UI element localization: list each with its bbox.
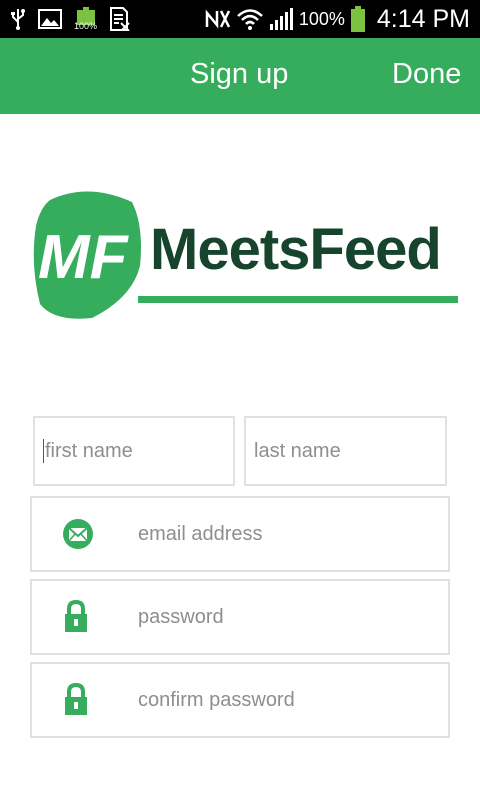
usb-icon xyxy=(10,8,26,30)
last-name-placeholder: last name xyxy=(254,439,341,462)
battery-percent: 100% xyxy=(298,8,345,29)
nfc-icon xyxy=(205,9,231,29)
text-cursor xyxy=(43,439,44,463)
email-field[interactable]: email address xyxy=(30,496,450,572)
lock-icon xyxy=(62,600,90,634)
last-name-field[interactable]: last name xyxy=(244,416,447,486)
lock-icon xyxy=(62,683,90,717)
brand-underline xyxy=(138,296,458,303)
battery-full-notification-icon: 100% xyxy=(74,7,97,31)
first-name-field[interactable]: first name xyxy=(33,416,235,486)
status-bar-system: 100% 4:14 PM xyxy=(205,5,470,34)
logo-mark-icon: MF xyxy=(33,191,141,319)
envelope-icon xyxy=(62,518,94,550)
battery-icon xyxy=(350,6,365,32)
wifi-icon xyxy=(236,8,263,30)
blocked-file-icon xyxy=(109,7,131,31)
clock: 4:14 PM xyxy=(376,4,470,33)
status-bar: 100% 100% 4:14 PM xyxy=(0,0,480,38)
screen-title: Sign up xyxy=(190,58,289,90)
confirm-password-field[interactable]: confirm password xyxy=(30,662,450,738)
app-logo: MF MeetsFeed xyxy=(32,186,462,326)
battery-small-label: 100% xyxy=(74,21,98,31)
status-bar-notifications: 100% xyxy=(10,7,131,31)
confirm-password-placeholder: confirm password xyxy=(138,688,295,711)
image-icon xyxy=(38,9,62,29)
first-name-placeholder: first name xyxy=(45,439,133,462)
password-field[interactable]: password xyxy=(30,579,450,655)
logo-mark-text: MF xyxy=(38,223,130,292)
password-placeholder: password xyxy=(138,605,224,628)
email-placeholder: email address xyxy=(138,522,263,545)
brand-name: MeetsFeed xyxy=(150,217,442,282)
done-button[interactable]: Done xyxy=(392,58,461,91)
signal-icon xyxy=(269,8,293,30)
action-bar: Sign up Done xyxy=(0,38,480,114)
